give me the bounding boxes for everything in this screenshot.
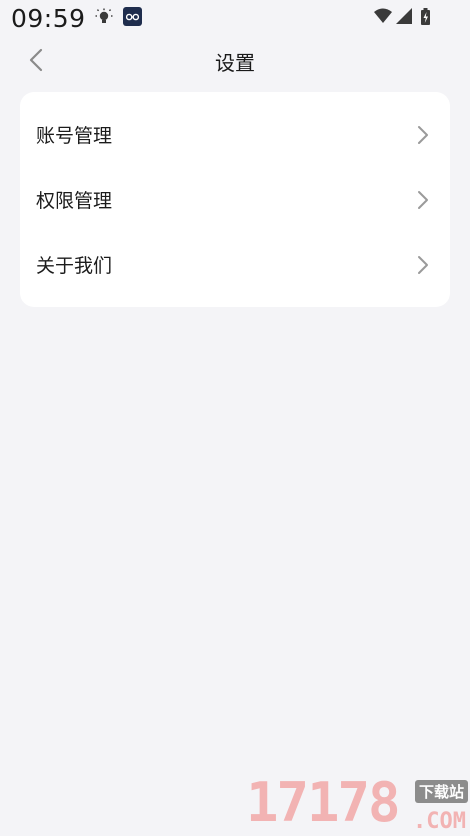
watermark-badge: 下载站	[414, 780, 468, 803]
settings-item-account[interactable]: 账号管理	[20, 102, 450, 167]
watermark-suffix: .COM	[413, 809, 466, 834]
settings-item-label: 权限管理	[36, 190, 113, 212]
page-title: 设置	[215, 51, 255, 75]
chevron-right-icon	[418, 125, 428, 144]
lightbulb-icon	[95, 8, 113, 23]
status-icons-group	[374, 8, 430, 25]
settings-card: 账号管理 权限管理 关于我们	[20, 92, 450, 307]
settings-item-label: 账号管理	[36, 125, 113, 147]
app-notification-icon	[123, 7, 142, 26]
signal-icon	[396, 8, 412, 24]
header: 设置	[0, 40, 470, 80]
watermark-number: 17178	[246, 771, 401, 834]
settings-item-permissions[interactable]: 权限管理	[20, 167, 450, 232]
chevron-right-icon	[418, 190, 428, 209]
settings-item-label: 关于我们	[36, 255, 113, 277]
status-bar: 09:59	[0, 0, 470, 40]
chevron-right-icon	[418, 255, 428, 274]
status-time: 09:59	[11, 4, 86, 33]
battery-charging-icon	[421, 8, 430, 25]
settings-item-about[interactable]: 关于我们	[20, 232, 450, 297]
wifi-icon	[374, 8, 392, 23]
watermark: 17178 下载站 .COM	[240, 770, 470, 836]
